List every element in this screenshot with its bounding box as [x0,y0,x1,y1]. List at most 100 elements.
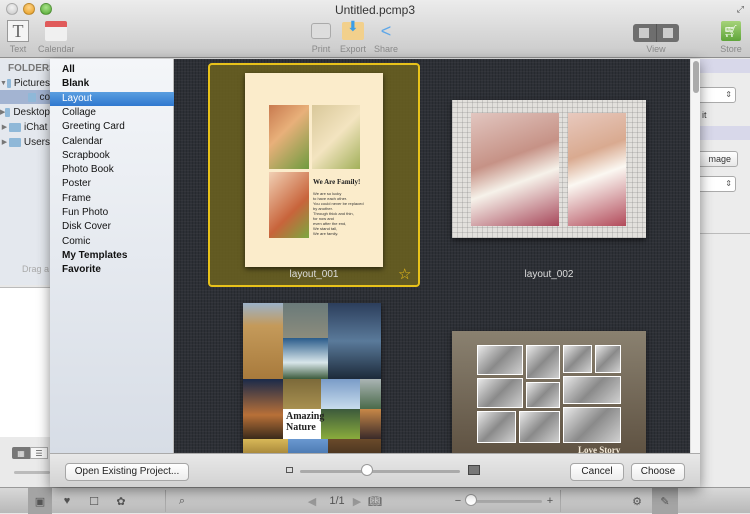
text-tool-label: Text [9,44,27,54]
property-select[interactable]: ⇕ [694,87,736,103]
property-label: it [702,110,707,120]
template-thumbnail [452,100,646,238]
template-name: layout_001 [289,269,339,280]
view-toggle[interactable] [633,24,679,42]
folders-header: FOLDERS [8,63,56,74]
folder-tree-item[interactable]: ▶ iChat [0,120,50,134]
folder-tree-item[interactable]: ▶ Desktop [0,105,50,119]
folder-tree-item-selected[interactable]: co [0,90,50,104]
page-indicator: 1/1 [329,495,345,507]
text-tool-button[interactable]: T Text [7,20,29,54]
book-view-icon[interactable]: 📖︎ [366,488,384,514]
folder-icon [6,78,11,88]
panel-section-header [700,126,750,140]
category-item-poster[interactable]: Poster [50,177,174,191]
view-button[interactable]: View [633,24,679,54]
list-view-icon[interactable]: ☰ [30,447,48,459]
shopping-bag-icon: 🛒︎ [721,21,741,41]
category-item-frame[interactable]: Frame [50,192,174,206]
category-item-layout[interactable]: Layout [50,91,174,106]
view-left-pane-icon[interactable] [633,24,657,42]
category-item-all[interactable]: All [50,63,174,77]
frame-icon[interactable]: ☐ [84,488,104,514]
printer-icon [311,23,331,39]
zoom-magnifier-icon[interactable]: ⌕ [173,488,191,514]
drag-hint: Drag a [22,264,50,274]
view-mode-toggle: ▦ ☰ [12,447,48,459]
print-button[interactable]: Print [310,20,332,54]
panel-section-header [700,59,750,73]
view-label: View [646,44,666,54]
zoom-slider[interactable] [470,500,542,503]
photo-placeholder [471,113,559,226]
category-item-photo-book[interactable]: Photo Book [50,163,174,177]
template-tile[interactable]: Amazing Nature [208,303,420,453]
large-thumbnail-icon[interactable] [468,465,480,475]
template-grid-scrollbar[interactable] [690,59,700,453]
category-item-disk-cover[interactable]: Disk Cover [50,220,174,234]
choose-button[interactable]: Choose [631,463,685,481]
folders-panel: FOLDERS ▼ Pictures co ▶ Desktop ▶ iChat … [0,59,56,285]
template-chooser-dialog: All Blank Layout Collage Greeting Card Calend… [50,59,700,487]
bottom-toolbar: ▣ ♥ ☐ ✿ ⌕ ◀ 1/1 ▶ 📖︎ − + ⚙ ✎ [0,487,750,514]
category-item-collage[interactable]: Collage [50,106,174,120]
photo-placeholder [568,113,626,226]
favorites-heart-icon[interactable]: ♥ [56,488,78,514]
photos-tab-icon[interactable]: ▣ [28,488,52,514]
thumbnail-size-slider[interactable] [300,470,460,473]
grid-view-icon[interactable]: ▦ [12,447,30,459]
template-tile[interactable]: layout_002 [444,97,654,287]
export-button[interactable]: Export [340,18,367,54]
favorite-star-icon[interactable]: ☆ [398,265,411,283]
previous-page-icon[interactable]: ◀ [305,488,319,514]
next-page-icon[interactable]: ▶ [350,488,364,514]
store-button[interactable]: 🛒︎ Store [720,20,742,54]
zoom-out-icon[interactable]: − [452,488,464,514]
disclosure-closed-icon[interactable]: ▶ [0,138,9,146]
category-item-my-templates[interactable]: My Templates [50,249,174,263]
disclosure-closed-icon[interactable]: ▶ [0,123,9,131]
open-existing-project-button[interactable]: Open Existing Project... [65,463,189,481]
category-item-favorite[interactable]: Favorite [50,263,174,277]
settings-gear-icon[interactable]: ⚙ [627,488,647,514]
template-tile[interactable]: Love Story [444,329,654,453]
image-button[interactable]: mage [694,151,738,167]
share-button[interactable]: < Share [374,20,398,55]
property-select[interactable]: ⇕ [694,176,736,192]
category-item-comic[interactable]: Comic [50,235,174,249]
template-tile-selected[interactable]: We Are Family! We are so lucky to have e… [208,63,420,287]
small-thumbnail-icon[interactable] [286,467,293,473]
template-thumbnail: Amazing Nature [243,303,381,453]
folder-icon [8,137,21,147]
photo-placeholder [269,105,309,169]
window-title: Untitled.pcmp3 [334,3,416,17]
fullscreen-icon[interactable]: ⤢ [737,4,744,15]
view-right-pane-icon[interactable] [657,24,680,42]
template-heading: We Are Family! [313,178,361,186]
edit-properties-icon[interactable]: ✎ [652,488,678,514]
window-toolbar: Untitled.pcmp3 ⤢ T Text Calendar Print E… [0,0,750,58]
zoom-in-icon[interactable]: + [544,488,556,514]
folder-tree-item[interactable]: ▶ Users [0,135,50,149]
category-item-calendar[interactable]: Calendar [50,135,174,149]
zoom-slider-knob[interactable] [465,494,477,506]
folder-tree-item[interactable]: ▼ Pictures [0,76,50,90]
browser-controls: ▦ ☰ [0,437,50,487]
share-icon: < [380,20,392,41]
calendar-icon [45,21,68,41]
calendar-tool-button[interactable]: Calendar [38,20,75,54]
category-item-fun-photo[interactable]: Fun Photo [50,206,174,220]
template-name: layout_002 [524,269,574,280]
clipart-icon[interactable]: ✿ [110,488,132,514]
cancel-button[interactable]: Cancel [570,463,624,481]
dialog-footer: Open Existing Project... Cancel Choose [50,453,700,487]
thumbnail-size-slider[interactable] [14,471,50,474]
category-item-scrapbook[interactable]: Scrapbook [50,149,174,163]
disclosure-open-icon[interactable]: ▼ [0,80,7,87]
template-thumbnail: We Are Family! We are so lucky to have e… [245,73,383,267]
category-item-blank[interactable]: Blank [50,77,174,91]
export-label: Export [340,44,367,54]
scrollbar-thumb[interactable] [693,61,699,93]
category-item-greeting-card[interactable]: Greeting Card [50,120,174,134]
thumbnail-size-knob[interactable] [361,464,374,476]
